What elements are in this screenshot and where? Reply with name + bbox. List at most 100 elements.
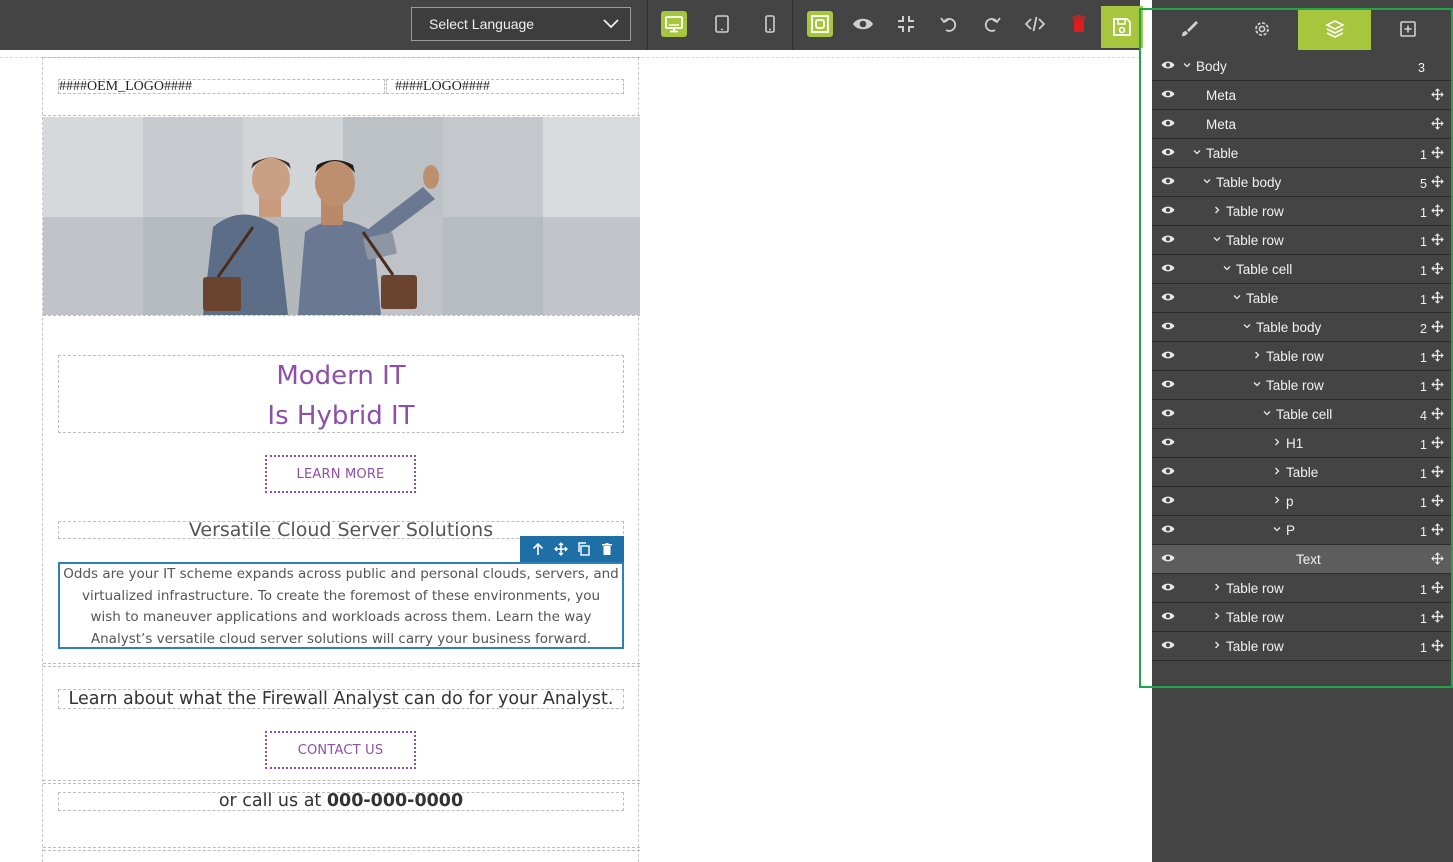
layer-row[interactable]: Table 1 (1152, 139, 1453, 168)
chevron-right-icon[interactable] (1212, 205, 1222, 215)
drag-handle-icon[interactable] (1431, 494, 1444, 507)
call-us-text[interactable]: or call us at 000-000-0000 (58, 792, 624, 811)
drag-handle-icon[interactable] (1431, 523, 1444, 536)
fullscreen-exit-button[interactable] (891, 9, 921, 39)
layer-row[interactable]: Table 1 (1152, 458, 1453, 487)
chevron-right-icon[interactable] (1212, 611, 1222, 621)
chevron-down-icon[interactable] (1202, 176, 1212, 186)
layer-row[interactable]: Table body 5 (1152, 168, 1453, 197)
layer-row[interactable]: Meta (1152, 110, 1453, 139)
layer-row[interactable]: Table row 1 (1152, 574, 1453, 603)
desktop-view-button[interactable] (661, 11, 687, 37)
move-element-button[interactable] (552, 540, 570, 558)
editor-canvas[interactable]: ####OEM_LOGO#### ####LOGO#### Modern IT … (0, 50, 1140, 862)
eye-icon[interactable] (1161, 262, 1175, 274)
drag-handle-icon[interactable] (1431, 233, 1444, 246)
eye-icon[interactable] (1161, 407, 1175, 419)
eye-icon[interactable] (1161, 523, 1175, 535)
drag-handle-icon[interactable] (1431, 581, 1444, 594)
drag-handle-icon[interactable] (1431, 262, 1444, 275)
drag-handle-icon[interactable] (1431, 146, 1444, 159)
chevron-right-icon[interactable] (1212, 582, 1222, 592)
layer-row[interactable]: Table row 1 (1152, 632, 1453, 661)
layer-row[interactable]: Table row 1 (1152, 371, 1453, 400)
layer-row[interactable]: Table cell 4 (1152, 400, 1453, 429)
layer-row[interactable]: P1 (1152, 516, 1453, 545)
chevron-down-icon[interactable] (1272, 524, 1282, 534)
drag-handle-icon[interactable] (1431, 349, 1444, 362)
drag-handle-icon[interactable] (1431, 117, 1444, 130)
chevron-right-icon[interactable] (1272, 495, 1282, 505)
chevron-down-icon[interactable] (1212, 234, 1222, 244)
delete-button[interactable] (1064, 9, 1094, 39)
drag-handle-icon[interactable] (1431, 88, 1444, 101)
preview-button[interactable] (848, 9, 878, 39)
drag-handle-icon[interactable] (1431, 175, 1444, 188)
layer-row[interactable]: Meta (1152, 81, 1453, 110)
clone-element-button[interactable] (575, 540, 593, 558)
eye-icon[interactable] (1161, 117, 1175, 129)
email-template[interactable]: ####OEM_LOGO#### ####LOGO#### Modern IT … (42, 57, 640, 862)
eye-icon[interactable] (1161, 378, 1175, 390)
chevron-down-icon[interactable] (1262, 408, 1272, 418)
chevron-right-icon[interactable] (1272, 437, 1282, 447)
oem-logo-cell[interactable]: ####OEM_LOGO#### (58, 79, 385, 94)
undo-button[interactable] (934, 9, 964, 39)
mobile-view-button[interactable] (755, 9, 785, 39)
layer-row[interactable]: Body 3 (1152, 52, 1453, 81)
eye-icon[interactable] (1161, 233, 1175, 245)
eye-icon[interactable] (1161, 436, 1175, 448)
chevron-down-icon[interactable] (1242, 321, 1252, 331)
select-parent-button[interactable] (529, 540, 547, 558)
eye-icon[interactable] (1161, 581, 1175, 593)
save-button[interactable] (1101, 6, 1143, 48)
chevron-right-icon[interactable] (1252, 350, 1262, 360)
code-view-button[interactable] (1020, 9, 1050, 39)
tablet-view-button[interactable] (707, 9, 737, 39)
drag-handle-icon[interactable] (1431, 436, 1444, 449)
hero-image[interactable] (43, 117, 640, 315)
layer-row[interactable]: Table row 1 (1152, 197, 1453, 226)
eye-icon[interactable] (1161, 175, 1175, 187)
chevron-down-icon[interactable] (1232, 292, 1242, 302)
drag-handle-icon[interactable] (1431, 639, 1444, 652)
drag-handle-icon[interactable] (1431, 610, 1444, 623)
eye-icon[interactable] (1161, 146, 1175, 158)
tab-style-manager[interactable] (1152, 8, 1225, 50)
drag-handle-icon[interactable] (1431, 204, 1444, 217)
delete-element-button[interactable] (598, 540, 616, 558)
drag-handle-icon[interactable] (1431, 291, 1444, 304)
drag-handle-icon[interactable] (1431, 407, 1444, 420)
tab-settings[interactable] (1225, 8, 1298, 50)
chevron-down-icon[interactable] (1192, 147, 1202, 157)
contact-us-button[interactable]: CONTACT US (265, 731, 416, 769)
tab-blocks[interactable] (1371, 8, 1444, 50)
selected-text-block[interactable]: Odds are your IT scheme expands across p… (58, 562, 624, 649)
chevron-down-icon[interactable] (1182, 60, 1192, 70)
eye-icon[interactable] (1161, 349, 1175, 361)
drag-handle-icon[interactable] (1431, 465, 1444, 478)
eye-icon[interactable] (1161, 320, 1175, 332)
eye-icon[interactable] (1161, 494, 1175, 506)
chevron-right-icon[interactable] (1272, 466, 1282, 476)
layer-row[interactable]: Table 1 (1152, 284, 1453, 313)
eye-icon[interactable] (1161, 552, 1175, 564)
layer-row[interactable]: Table cell 1 (1152, 255, 1453, 284)
eye-icon[interactable] (1161, 610, 1175, 622)
redo-button[interactable] (977, 9, 1007, 39)
learn-about-text[interactable]: Learn about what the Firewall Analyst ca… (58, 689, 624, 709)
drag-handle-icon[interactable] (1431, 320, 1444, 333)
eye-icon[interactable] (1161, 88, 1175, 100)
eye-icon[interactable] (1161, 465, 1175, 477)
eye-icon[interactable] (1161, 59, 1175, 71)
layer-row[interactable]: Table body 2 (1152, 313, 1453, 342)
drag-handle-icon[interactable] (1431, 378, 1444, 391)
chevron-right-icon[interactable] (1212, 640, 1222, 650)
logo-cell[interactable]: ####LOGO#### (386, 79, 624, 94)
learn-more-button[interactable]: LEARN MORE (265, 455, 416, 493)
eye-icon[interactable] (1161, 204, 1175, 216)
show-borders-button[interactable] (807, 11, 833, 37)
layer-row[interactable]: Table row 1 (1152, 342, 1453, 371)
chevron-down-icon[interactable] (1222, 263, 1232, 273)
drag-handle-icon[interactable] (1431, 552, 1444, 565)
